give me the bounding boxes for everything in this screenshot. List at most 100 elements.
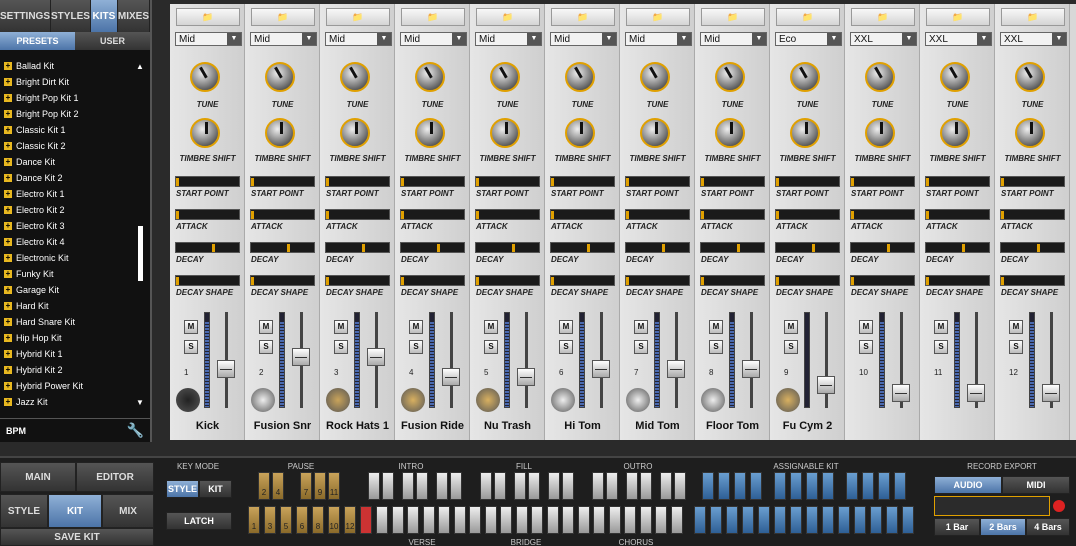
section-pad[interactable] [639, 506, 652, 534]
folder-button[interactable]: 📁 [401, 8, 465, 26]
list-item[interactable]: + Electro Kit 3 [4, 218, 136, 234]
solo-button[interactable]: S [859, 340, 873, 354]
tune-knob[interactable] [790, 62, 820, 92]
folder-button[interactable]: 📁 [551, 8, 615, 26]
decay-slider[interactable] [250, 242, 315, 253]
fill-pad[interactable] [494, 472, 506, 500]
outro-pad[interactable] [592, 472, 604, 500]
outro-pad[interactable] [674, 472, 686, 500]
attack-slider[interactable] [850, 209, 915, 220]
tab-user[interactable]: USER [75, 32, 150, 50]
attack-slider[interactable] [325, 209, 390, 220]
list-item[interactable]: + Jazz Kit [4, 394, 136, 410]
scrollbar-thumb[interactable] [138, 226, 143, 281]
start-point-slider[interactable] [250, 176, 315, 187]
assignable-pad[interactable] [878, 472, 890, 500]
expand-plus-icon[interactable]: + [4, 110, 12, 118]
assignable-pad[interactable] [790, 506, 802, 534]
start-point-slider[interactable] [850, 176, 915, 187]
expand-plus-icon[interactable]: + [4, 142, 12, 150]
expand-plus-icon[interactable]: + [4, 382, 12, 390]
volume-fader[interactable] [667, 360, 685, 378]
timbre-knob[interactable] [565, 118, 595, 148]
decay-slider[interactable] [400, 242, 465, 253]
volume-fader[interactable] [442, 368, 460, 386]
mute-button[interactable]: M [784, 320, 798, 334]
expand-plus-icon[interactable]: + [4, 350, 12, 358]
quality-select[interactable]: Mid ▼ [625, 32, 692, 46]
timbre-knob[interactable] [265, 118, 295, 148]
section-pad[interactable] [562, 506, 574, 534]
expand-plus-icon[interactable]: + [4, 286, 12, 294]
decay-shape-slider[interactable] [250, 275, 315, 286]
folder-button[interactable]: 📁 [476, 8, 540, 26]
tune-knob[interactable] [1015, 62, 1045, 92]
pause-pad[interactable]: 1 [248, 506, 260, 534]
assignable-pad[interactable] [694, 506, 706, 534]
intro-pad[interactable] [436, 472, 448, 500]
solo-button[interactable]: S [1009, 340, 1023, 354]
start-point-slider[interactable] [925, 176, 990, 187]
decay-shape-slider[interactable] [850, 275, 915, 286]
tab-kits[interactable]: KITS [90, 0, 118, 32]
attack-slider[interactable] [1000, 209, 1065, 220]
attack-slider[interactable] [925, 209, 990, 220]
pause-pad[interactable]: 10 [328, 506, 340, 534]
decay-shape-slider[interactable] [925, 275, 990, 286]
start-point-slider[interactable] [625, 176, 690, 187]
expand-plus-icon[interactable]: + [4, 302, 12, 310]
decay-slider[interactable] [775, 242, 840, 253]
expand-plus-icon[interactable]: + [4, 126, 12, 134]
expand-plus-icon[interactable]: + [4, 254, 12, 262]
pause-pad[interactable]: 6 [296, 506, 308, 534]
tab-presets[interactable]: PRESETS [0, 32, 75, 50]
list-item[interactable]: + Electro Kit 2 [4, 202, 136, 218]
decay-slider[interactable] [625, 242, 690, 253]
expand-plus-icon[interactable]: + [4, 366, 12, 374]
assignable-pad[interactable] [750, 472, 762, 500]
intro-pad[interactable] [382, 472, 394, 500]
solo-button[interactable]: S [334, 340, 348, 354]
section-pad[interactable] [484, 506, 497, 534]
tune-knob[interactable] [340, 62, 370, 92]
expand-plus-icon[interactable]: + [4, 334, 12, 342]
volume-fader[interactable] [1042, 384, 1060, 402]
mute-button[interactable]: M [634, 320, 648, 334]
main-button[interactable]: MAIN [0, 462, 76, 492]
expand-plus-icon[interactable]: + [4, 62, 12, 70]
decay-slider[interactable] [850, 242, 915, 253]
tune-knob[interactable] [265, 62, 295, 92]
section-pad[interactable] [469, 506, 481, 534]
outro-pad[interactable] [626, 472, 638, 500]
tune-knob[interactable] [940, 62, 970, 92]
quality-select[interactable]: Mid ▼ [400, 32, 467, 46]
fill-pad[interactable] [548, 472, 560, 500]
assignable-pad[interactable] [734, 472, 746, 500]
assignable-pad[interactable] [862, 472, 874, 500]
folder-button[interactable]: 📁 [1001, 8, 1065, 26]
list-item[interactable]: + Hip Hop Kit [4, 330, 136, 346]
tune-knob[interactable] [565, 62, 595, 92]
decay-shape-slider[interactable] [550, 275, 615, 286]
expand-plus-icon[interactable]: + [4, 222, 12, 230]
assignable-pad[interactable] [822, 506, 834, 534]
expand-plus-icon[interactable]: + [4, 270, 12, 278]
mix-button[interactable]: MIX [102, 494, 154, 528]
quality-select[interactable]: Mid ▼ [700, 32, 767, 46]
volume-fader[interactable] [592, 360, 610, 378]
folder-button[interactable]: 📁 [251, 8, 315, 26]
section-pad[interactable] [407, 506, 419, 534]
section-pad[interactable] [515, 506, 528, 534]
assignable-pad[interactable] [710, 506, 722, 534]
tune-knob[interactable] [415, 62, 445, 92]
attack-slider[interactable] [175, 209, 240, 220]
attack-slider[interactable] [700, 209, 765, 220]
section-pad[interactable] [624, 506, 636, 534]
pause-pad[interactable]: 3 [264, 506, 276, 534]
list-item[interactable]: + Bright Pop Kit 1 [4, 90, 136, 106]
expand-plus-icon[interactable]: + [4, 318, 12, 326]
assignable-pad[interactable] [846, 472, 858, 500]
list-item[interactable]: + Hard Snare Kit [4, 314, 136, 330]
list-item[interactable]: + Hybrid Power Kit [4, 378, 136, 394]
volume-fader[interactable] [742, 360, 760, 378]
